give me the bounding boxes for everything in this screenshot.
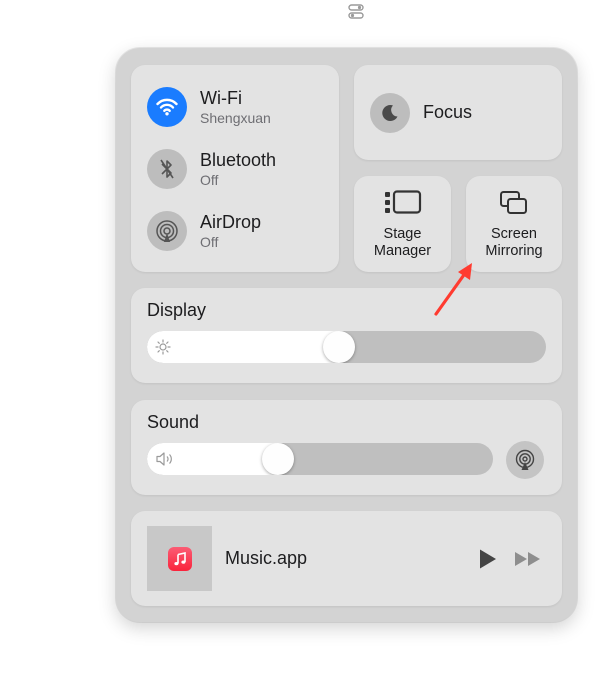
airdrop-label: AirDrop xyxy=(200,211,262,232)
wifi-icon[interactable] xyxy=(147,87,187,127)
volume-slider-knob[interactable] xyxy=(262,443,295,475)
control-center-icon[interactable] xyxy=(346,2,366,22)
stage-manager-icon xyxy=(384,190,422,221)
brightness-slider-knob[interactable] xyxy=(322,331,355,363)
screen-mirroring-tile[interactable]: Screen Mirroring xyxy=(466,176,562,272)
now-playing-title: Music.app xyxy=(225,548,308,568)
now-playing-tile: Music.app xyxy=(131,511,562,606)
speaker-icon xyxy=(155,451,175,472)
airdrop-status: Off xyxy=(200,233,219,250)
airdrop-icon[interactable] xyxy=(147,211,187,251)
volume-slider[interactable] xyxy=(147,443,493,475)
sound-tile: Sound xyxy=(131,400,562,495)
red-arrow-icon xyxy=(430,258,480,325)
bluetooth-toggle[interactable]: Bluetooth Off xyxy=(147,148,276,190)
brightness-slider[interactable] xyxy=(147,331,546,363)
bluetooth-label: Bluetooth xyxy=(200,149,277,170)
wifi-label: Wi-Fi xyxy=(200,87,242,108)
stage-manager-label: Stage Manager xyxy=(373,226,432,259)
connectivity-tile: Wi-Fi Shengxuan Bluetooth Off AirDrop Of… xyxy=(131,65,339,272)
focus-label: Focus xyxy=(423,102,473,122)
sun-icon xyxy=(155,339,171,360)
display-tile: Display xyxy=(131,288,562,383)
focus-tile[interactable]: Focus xyxy=(354,65,562,160)
album-art xyxy=(147,526,212,591)
bluetooth-icon[interactable] xyxy=(147,149,187,189)
control-center-panel: Wi-Fi Shengxuan Bluetooth Off AirDrop Of… xyxy=(116,48,577,622)
wifi-toggle[interactable]: Wi-Fi Shengxuan xyxy=(147,86,271,128)
airplay-audio-icon[interactable] xyxy=(506,441,544,479)
brightness-slider-fill xyxy=(147,331,339,363)
fast-forward-icon[interactable] xyxy=(514,551,542,572)
display-label: Display xyxy=(147,300,207,320)
bluetooth-status: Off xyxy=(200,171,219,188)
moon-icon xyxy=(370,92,410,133)
wifi-network-name: Shengxuan xyxy=(200,109,271,126)
music-app-icon xyxy=(167,546,192,571)
screen-mirroring-label: Screen Mirroring xyxy=(485,226,543,259)
airdrop-toggle[interactable]: AirDrop Off xyxy=(147,210,261,252)
play-icon[interactable] xyxy=(478,548,498,575)
screen-mirroring-icon xyxy=(499,190,529,221)
sound-label: Sound xyxy=(147,412,200,432)
